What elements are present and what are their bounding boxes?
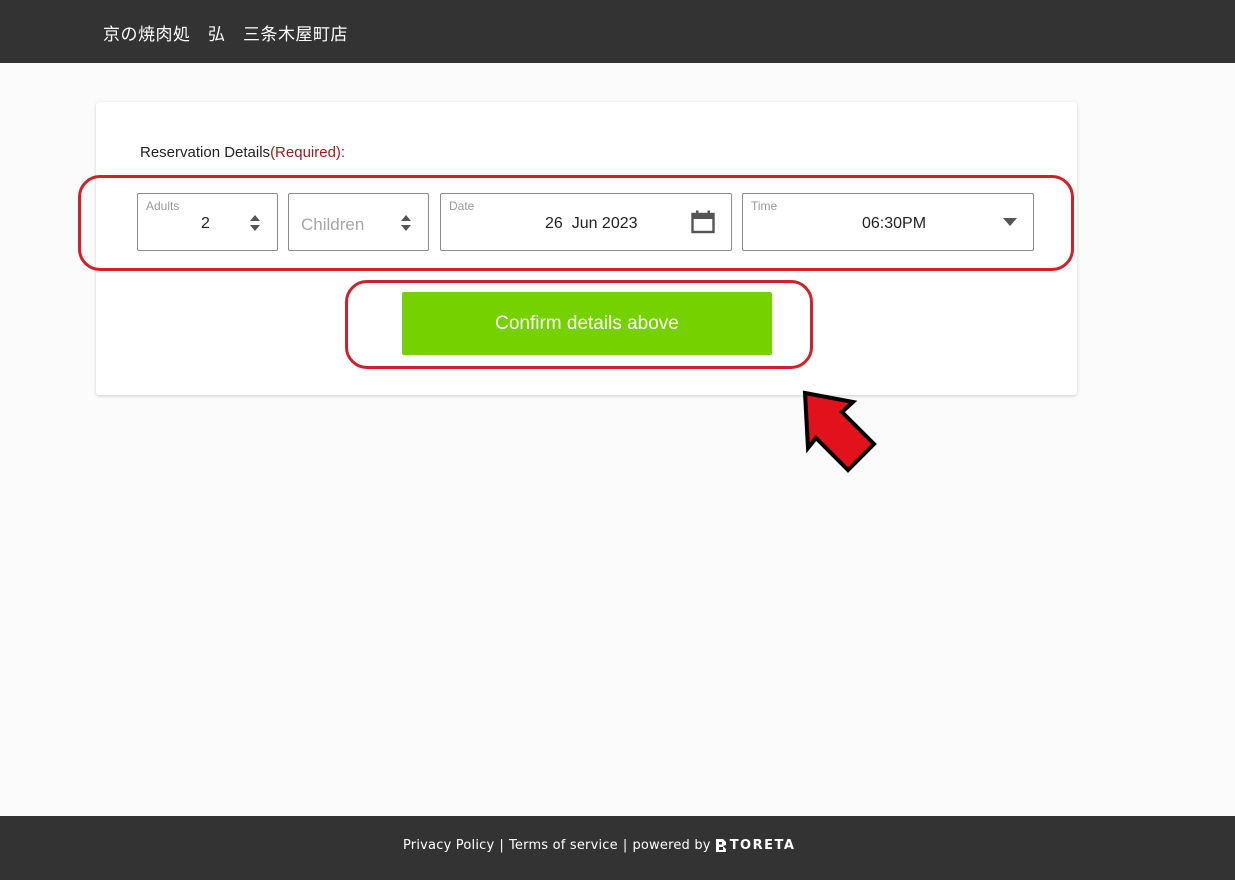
- footer-links: Privacy Policy | Terms of service | powe…: [403, 838, 795, 853]
- restaurant-name: 京の焼肉処 弘 三条木屋町店: [103, 25, 348, 45]
- calendar-icon[interactable]: [691, 210, 715, 234]
- time-value: 06:30PM: [862, 215, 927, 232]
- toreta-logo-icon: [715, 839, 726, 852]
- children-select[interactable]: Children: [288, 193, 429, 251]
- up-down-arrows-icon: [401, 215, 411, 231]
- header-bar: 京の焼肉処 弘 三条木屋町店: [0, 0, 1235, 63]
- time-select[interactable]: Time 06:30PM: [742, 193, 1034, 251]
- footer-separator: |: [622, 838, 628, 853]
- required-label: (Required):: [270, 144, 346, 161]
- confirm-details-button[interactable]: Confirm details above: [402, 292, 772, 355]
- up-down-arrows-icon: [250, 215, 260, 231]
- footer-bar: Privacy Policy | Terms of service | powe…: [0, 816, 1235, 880]
- powered-by-text: powered by: [632, 838, 711, 853]
- footer-separator: |: [499, 838, 504, 853]
- terms-of-service-link[interactable]: Terms of service: [509, 838, 618, 853]
- date-picker[interactable]: Date 26 Jun 2023: [440, 193, 732, 251]
- section-label-text: Reservation Details: [140, 144, 271, 161]
- toreta-brand-text: TORETA: [729, 838, 796, 853]
- red-pointer-arrow-icon: [802, 390, 877, 473]
- toreta-brand[interactable]: TORETA: [715, 838, 796, 853]
- adults-label: Adults: [146, 199, 180, 213]
- adults-select[interactable]: Adults 2: [137, 193, 278, 251]
- time-label: Time: [751, 199, 778, 213]
- children-placeholder: Children: [301, 215, 365, 234]
- privacy-policy-link[interactable]: Privacy Policy: [403, 838, 494, 853]
- caret-down-icon: [1003, 218, 1017, 226]
- date-value: 26 Jun 2023: [545, 215, 638, 232]
- adults-value: 2: [201, 215, 210, 232]
- date-label: Date: [449, 199, 475, 213]
- section-label: Reservation Details(Required):: [140, 144, 345, 161]
